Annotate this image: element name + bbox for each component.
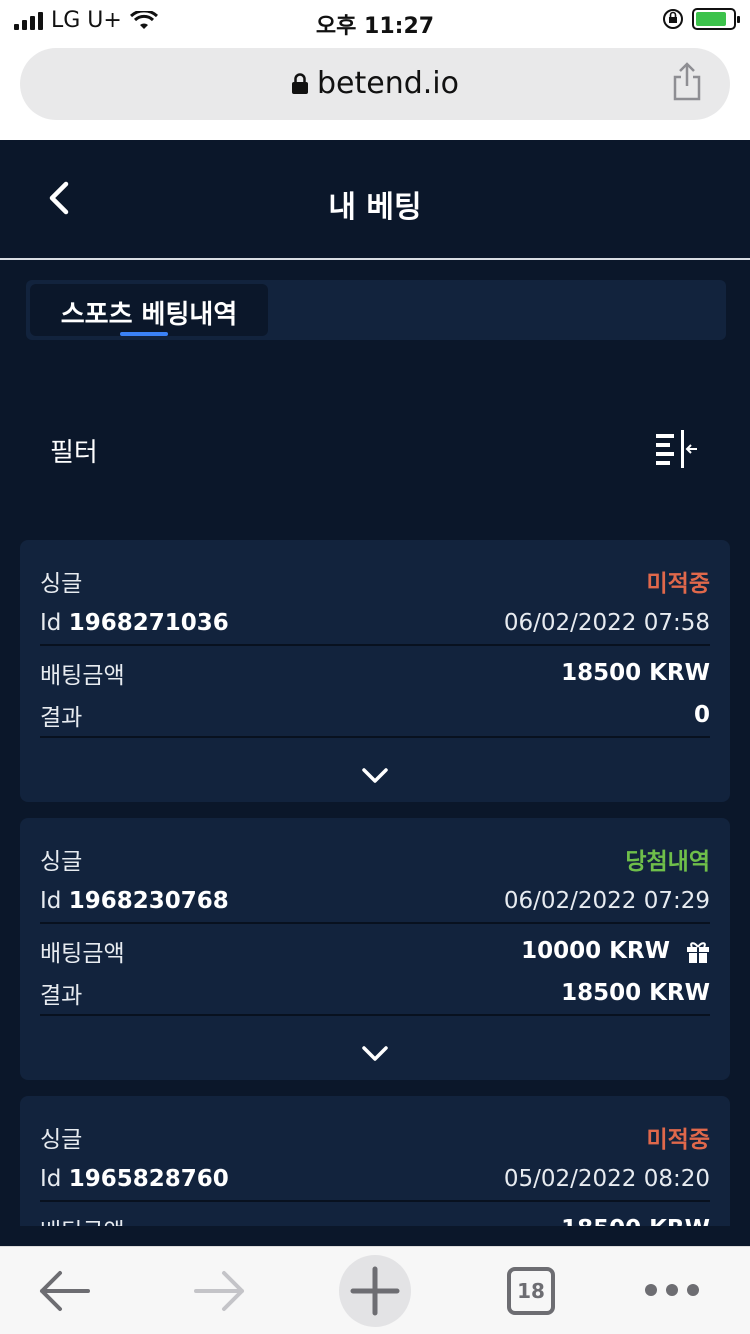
bet-datetime: 06/02/2022 07:29 [503,888,710,914]
url-bar[interactable]: betend.io [20,48,730,120]
gift-icon [687,941,709,963]
divider [40,922,710,924]
bet-datetime: 05/02/2022 08:20 [503,1166,710,1192]
id-prefix: Id [40,1166,62,1192]
bet-datetime: 06/02/2022 07:58 [503,610,710,636]
expand-chevron-icon[interactable] [360,1044,390,1064]
result-label: 결과 [40,983,83,1009]
bet-type: 싱글 [40,571,83,597]
tab-bar: 스포츠 베팅내역 [26,280,726,340]
filter-panel-icon[interactable] [656,430,698,468]
stake-value: 18500 KRW [561,1216,710,1226]
lock-icon [291,73,308,94]
divider [40,1014,710,1016]
clock: 오후 11:27 [315,14,435,39]
divider [40,644,710,646]
browser-chrome: LG U+ 오후 11:27 betend.io [0,0,750,140]
page-title: 내 베팅 [328,190,422,225]
expand-chevron-icon[interactable] [360,766,390,786]
tab-sports-bets[interactable]: 스포츠 베팅내역 [30,284,268,336]
divider [40,736,710,738]
bet-type: 싱글 [40,1127,83,1153]
stake-label: 배팅금액 [40,663,125,689]
plus-icon [350,1266,400,1316]
browser-toolbar: 18 [0,1246,750,1334]
orientation-lock-icon [663,9,683,29]
active-tab-indicator [120,332,168,336]
bet-list[interactable]: 싱글 미적중 Id 1968271036 06/02/2022 07:58 배팅금액… [20,540,730,1226]
forward-arrow-icon[interactable] [194,1267,246,1315]
share-icon[interactable] [672,62,702,102]
divider [40,1200,710,1202]
result-value: 18500 KRW [561,980,710,1006]
battery-icon [692,8,740,30]
stake-value: 10000 KRW [521,938,670,964]
url-text[interactable]: betend.io [20,66,730,101]
app-header: 내 베팅 [0,140,750,260]
bet-id: 1965828760 [68,1166,229,1192]
bet-status: 미적중 [646,1127,710,1153]
id-prefix: Id [40,888,62,914]
bet-status: 미적중 [646,571,710,597]
result-value: 0 [693,702,710,728]
bet-card: 싱글 미적중 Id 1965828760 05/02/2022 08:20 배팅금액… [20,1096,730,1226]
stake-label: 배팅금액 [40,1212,125,1226]
bet-card: 싱글 당첨내역 Id 1968230768 06/02/2022 07:29 배팅금… [20,818,730,1080]
filter-label[interactable]: 필터 [50,432,98,469]
bet-id: 1968230768 [68,888,229,914]
stake-value: 18500 KRW [561,660,710,686]
result-label: 결과 [40,705,83,731]
status-bar: LG U+ 오후 11:27 [0,0,750,42]
bet-id: 1968271036 [68,610,229,636]
tab-label: 스포츠 베팅내역 [60,300,238,330]
bet-status: 당첨내역 [625,849,710,875]
back-arrow-icon[interactable] [38,1267,90,1315]
bet-type: 싱글 [40,849,83,875]
new-tab-button[interactable] [339,1255,411,1327]
more-icon[interactable] [644,1283,700,1297]
stake-label: 배팅금액 [40,941,125,967]
id-prefix: Id [40,610,62,636]
bet-card: 싱글 미적중 Id 1968271036 06/02/2022 07:58 배팅금액… [20,540,730,802]
tab-switcher-button[interactable]: 18 [507,1267,555,1315]
